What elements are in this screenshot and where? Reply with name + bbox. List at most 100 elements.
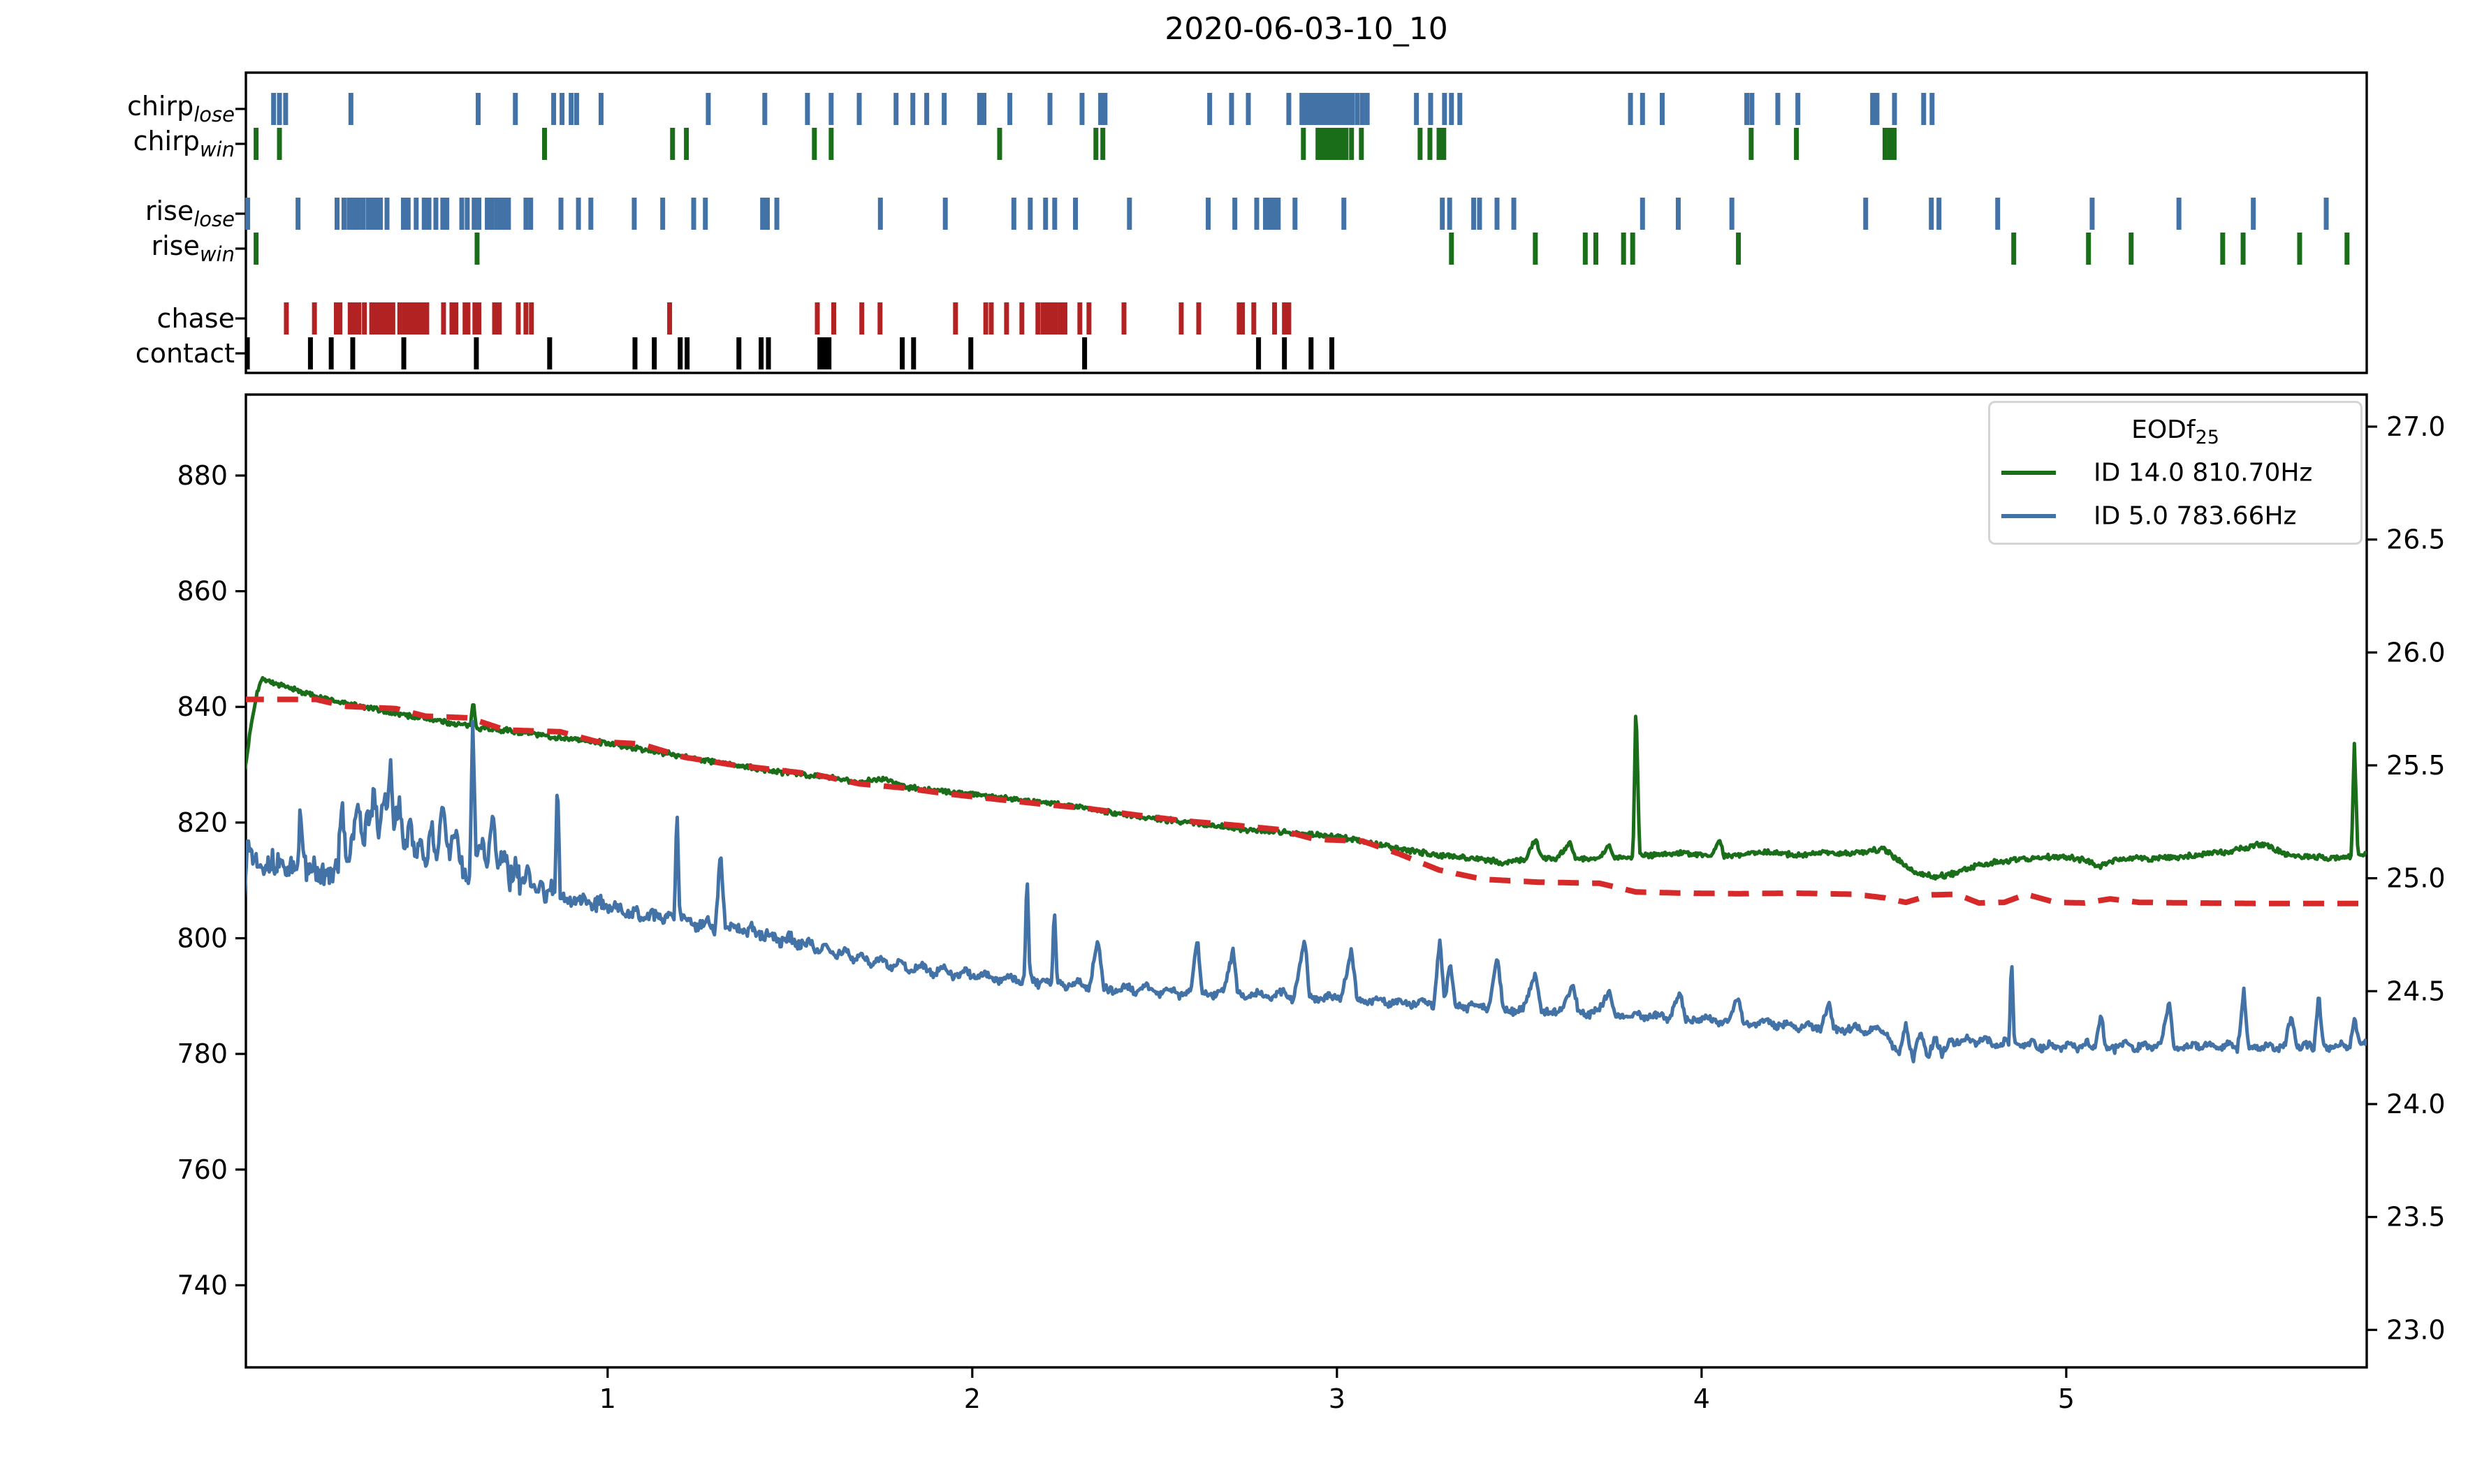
event-mark <box>1730 198 1735 230</box>
figure-canvas: 2020-06-03-10_10 88086084082080078076074… <box>0 0 2475 1484</box>
event-mark <box>765 198 770 230</box>
event-mark <box>1449 93 1454 125</box>
event-mark <box>1271 198 1276 230</box>
event-mark <box>308 337 313 369</box>
legend: EODf25 ID 14.0 810.70HzID 5.0 783.66Hz <box>1988 401 2363 545</box>
right-axis-label: 27.0 <box>2386 411 2446 442</box>
event-mark <box>397 302 402 335</box>
event-mark <box>859 302 864 335</box>
event-mark <box>1102 93 1107 125</box>
event-mark <box>1449 233 1454 265</box>
right-axis-label: 26.0 <box>2386 637 2446 668</box>
raster-row-chirp-lose <box>271 93 1934 125</box>
event-mark <box>1082 337 1087 369</box>
event-mark <box>1863 198 1868 230</box>
event-mark <box>953 302 958 335</box>
raster-row-label-chirp-lose: chirplose <box>127 93 235 125</box>
event-mark <box>1350 93 1355 125</box>
event-mark <box>351 198 356 230</box>
event-mark <box>2220 233 2225 265</box>
event-mark <box>1583 233 1588 265</box>
event-mark <box>1035 302 1040 335</box>
event-mark <box>1098 93 1103 125</box>
event-mark <box>911 337 916 369</box>
event-mark <box>1471 198 1476 230</box>
event-mark <box>1749 93 1754 125</box>
event-mark <box>513 93 518 125</box>
raster-row-label-rise-lose: riselose <box>145 198 235 230</box>
event-mark <box>2241 233 2246 265</box>
event-mark <box>878 198 883 230</box>
event-mark <box>703 198 708 230</box>
event-mark <box>1292 198 1297 230</box>
event-mark <box>1593 233 1598 265</box>
event-mark <box>329 337 334 369</box>
event-mark <box>1229 93 1234 125</box>
event-mark <box>1621 233 1626 265</box>
event-mark <box>1892 93 1897 125</box>
event-mark <box>831 302 836 335</box>
event-mark <box>1345 93 1350 125</box>
event-mark <box>1414 93 1419 125</box>
event-mark <box>574 93 579 125</box>
event-mark <box>453 302 458 335</box>
event-mark <box>1440 198 1445 230</box>
event-mark <box>492 302 497 335</box>
event-mark <box>245 198 250 230</box>
event-mark <box>678 337 682 369</box>
main-panel: 88086084082080078076074027.026.526.025.5… <box>177 395 2445 1414</box>
event-mark <box>1676 198 1681 230</box>
event-mark <box>1286 302 1291 335</box>
event-mark <box>1077 302 1082 335</box>
legend-title: EODf25 <box>1990 416 2360 448</box>
event-mark <box>1012 198 1016 230</box>
event-mark <box>815 302 819 335</box>
event-mark <box>516 302 520 335</box>
event-mark <box>2011 233 2016 265</box>
x-axis-label: 4 <box>1693 1383 1710 1414</box>
event-mark <box>981 93 986 125</box>
event-mark <box>1263 198 1268 230</box>
event-mark <box>1343 128 1348 160</box>
event-mark <box>805 93 810 125</box>
event-mark <box>1246 93 1251 125</box>
event-mark <box>599 93 604 125</box>
x-axis-label: 3 <box>1329 1383 1345 1414</box>
event-mark <box>476 302 481 335</box>
event-mark <box>652 337 657 369</box>
event-mark <box>1660 93 1665 125</box>
event-mark <box>1286 93 1291 125</box>
event-mark <box>1429 93 1433 125</box>
event-mark <box>910 93 915 125</box>
event-mark <box>1121 302 1126 335</box>
event-mark <box>1093 128 1098 160</box>
right-axis-label: 23.0 <box>2386 1314 2446 1345</box>
event-mark <box>1795 93 1800 125</box>
event-mark <box>1936 198 1941 230</box>
event-mark <box>1533 233 1538 265</box>
event-mark <box>560 93 564 125</box>
event-mark <box>476 198 481 230</box>
event-mark <box>401 198 406 230</box>
left-axis-label: 880 <box>177 460 228 491</box>
event-mark <box>576 198 581 230</box>
event-mark <box>828 93 833 125</box>
event-mark <box>1049 302 1053 335</box>
event-mark <box>402 302 407 335</box>
event-mark <box>1206 198 1211 230</box>
event-mark <box>1251 302 1256 335</box>
event-mark <box>245 337 250 369</box>
event-mark <box>2344 233 2349 265</box>
event-mark <box>380 302 385 335</box>
x-axis-label: 5 <box>2058 1383 2075 1414</box>
event-mark <box>414 198 418 230</box>
series-eodf-id5 <box>243 721 2367 1061</box>
event-mark <box>254 128 258 160</box>
event-mark <box>362 302 367 335</box>
event-mark <box>277 128 282 160</box>
event-mark <box>1495 198 1500 230</box>
event-mark <box>1329 337 1334 369</box>
event-mark <box>1341 198 1346 230</box>
event-mark <box>356 302 361 335</box>
event-mark <box>529 302 534 335</box>
